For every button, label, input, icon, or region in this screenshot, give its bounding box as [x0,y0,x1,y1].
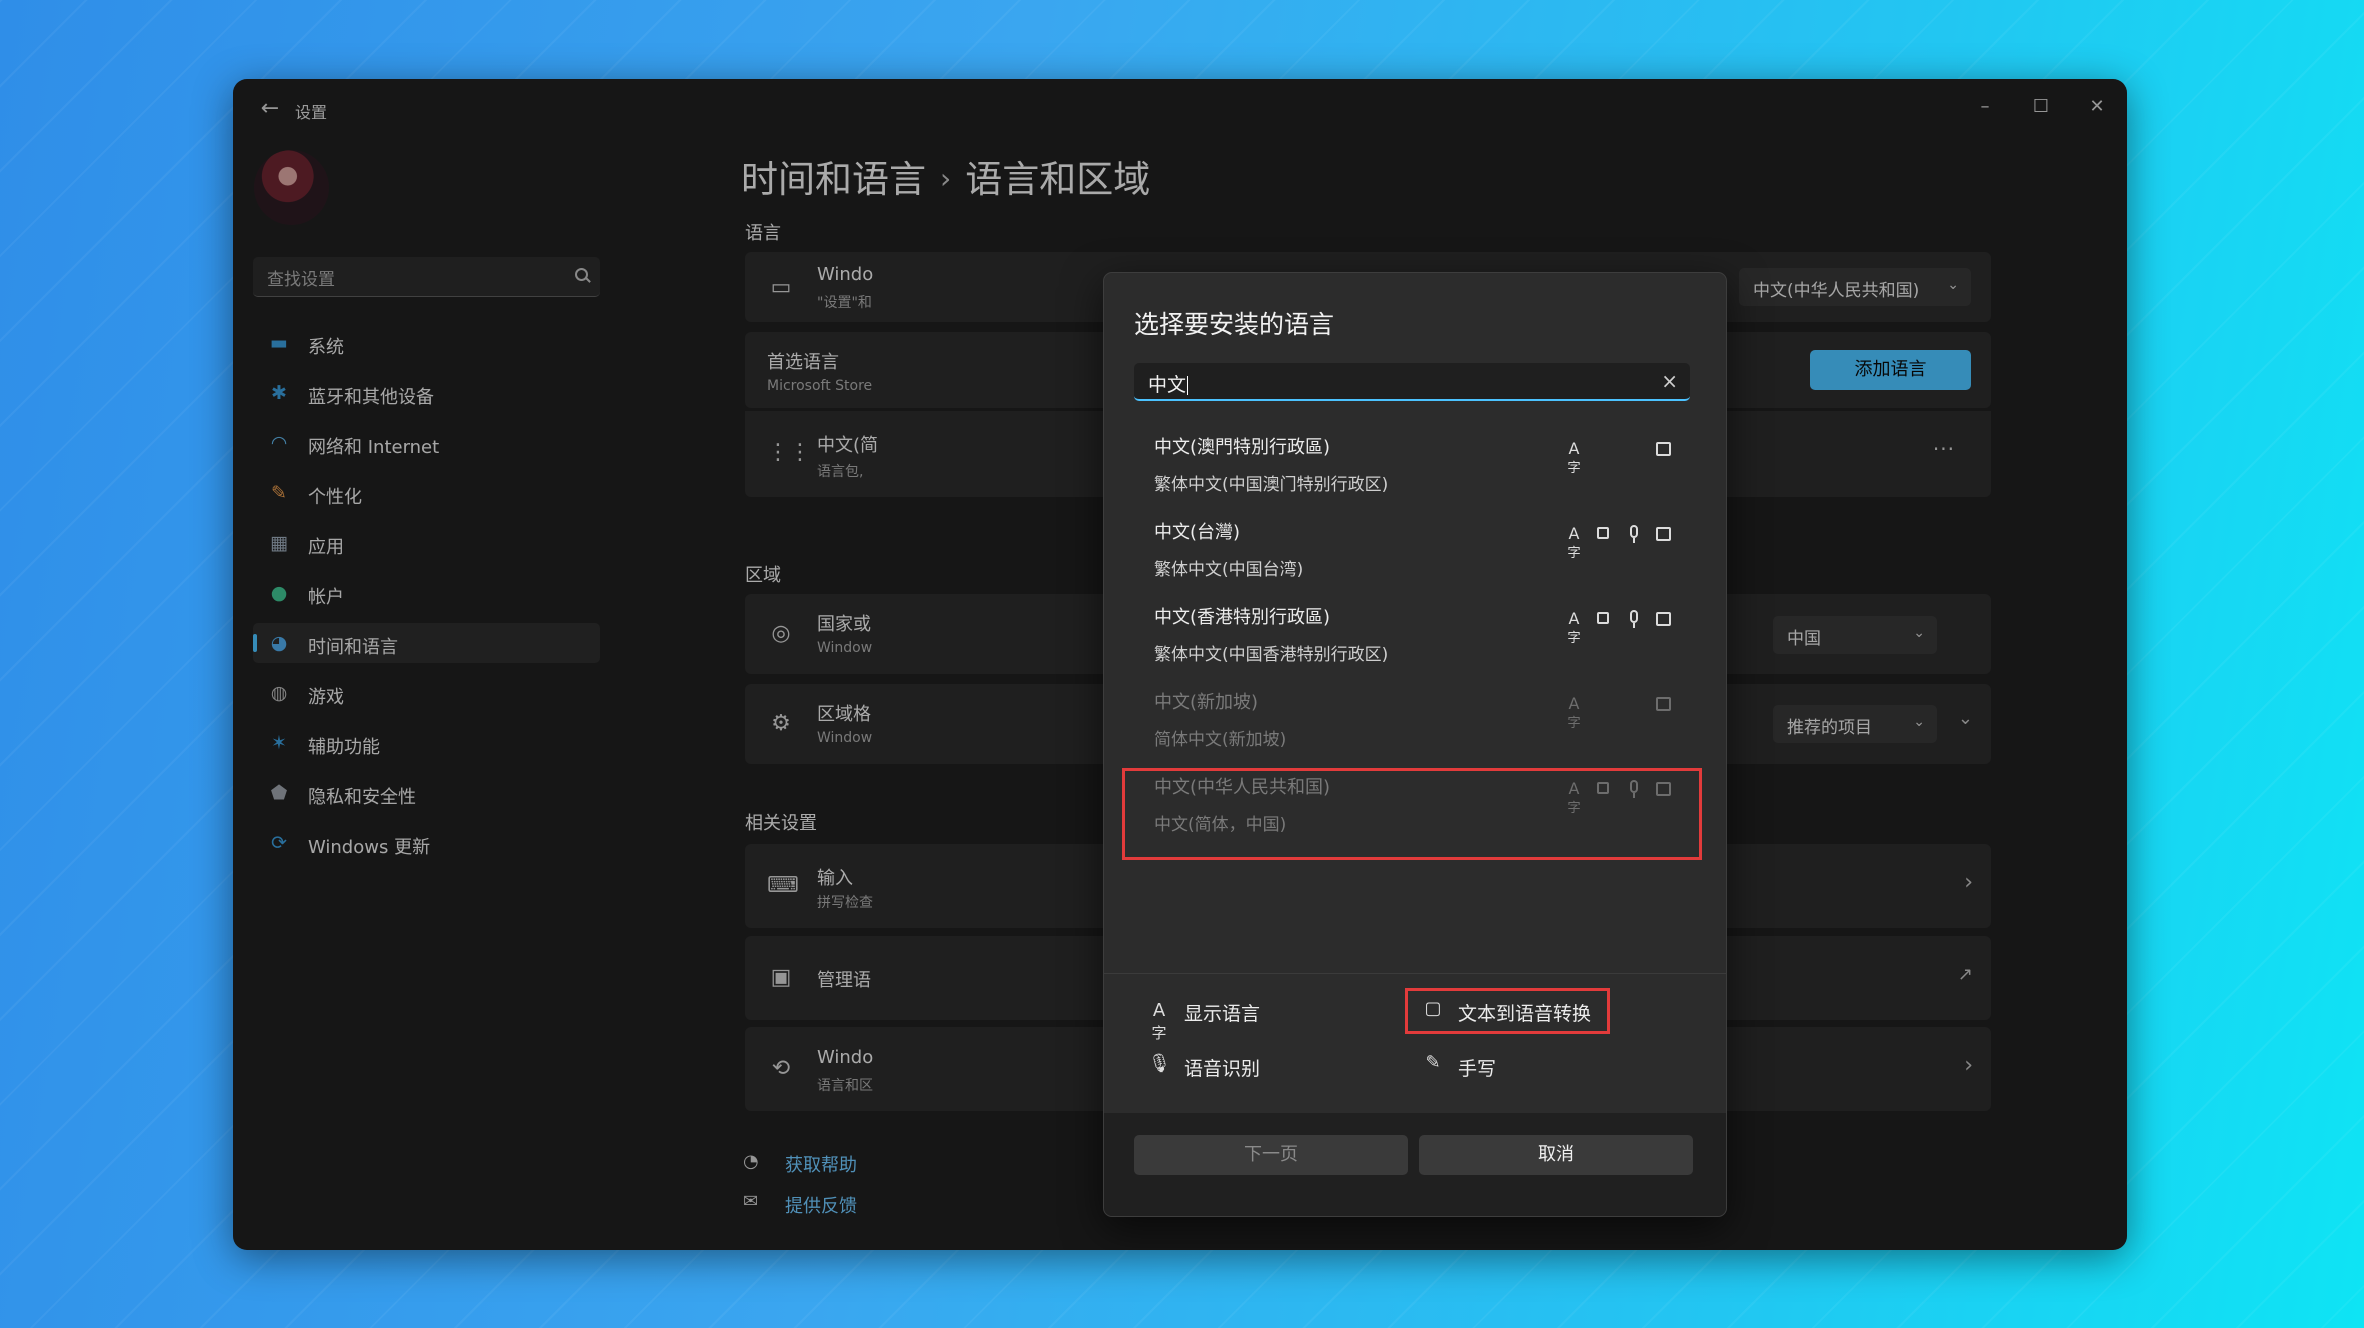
language-name: 中文(新加坡) [1154,692,1259,713]
settings-window: ← 设置 – ☐ ✕ 查找设置 ▬ 系统 ✱ 蓝牙和其他设备 ◠ 网络和 Int… [233,79,2127,1250]
list-item[interactable]: 中文(香港特別行政區) 繁体中文(中国香港特别行政区) A字 [1104,595,1726,680]
display-language-icon: A字 [1567,694,1581,731]
list-item[interactable]: 中文(台灣) 繁体中文(中国台湾) A字 [1104,510,1726,595]
list-item[interactable]: 中文(澳門特別行政區) 繁体中文(中国澳门特别行政区) A字 [1104,425,1726,510]
text-to-speech-icon [1594,524,1614,544]
feature-icons: A字 [1564,609,1704,646]
install-language-dialog: 选择要安装的语言 中文 × 中文(澳門特別行政區) 繁体中文(中国澳门特别行政区… [1103,272,1727,1217]
highlight-box-selected-language [1122,768,1702,860]
legend-display-language: 显示语言 [1184,1003,1261,1025]
feature-icons: A字 [1564,439,1704,476]
text-to-speech-icon [1594,609,1614,629]
display-language-icon: A字 [1567,609,1581,646]
display-language-icon: A字 [1151,1000,1167,1042]
dialog-footer: 下一页 取消 [1104,1113,1726,1216]
divider [1104,973,1726,974]
language-native-name: 繁体中文(中国台湾) [1154,560,1304,580]
cancel-button[interactable]: 取消 [1419,1135,1693,1175]
language-search-input[interactable]: 中文 [1148,370,1189,397]
handwriting-icon [1654,694,1674,714]
language-name: 中文(台灣) [1154,522,1241,543]
display-language-icon: A字 [1567,524,1581,561]
language-native-name: 繁体中文(中国香港特别行政区) [1154,645,1389,665]
feature-icons: A字 [1564,524,1704,561]
display-language-icon: A字 [1567,439,1581,476]
next-button[interactable]: 下一页 [1134,1135,1408,1175]
highlight-box-tts [1405,988,1610,1034]
language-name: 中文(香港特別行政區) [1154,607,1331,628]
language-native-name: 简体中文(新加坡) [1154,730,1287,750]
legend-handwriting: 手写 [1458,1058,1497,1080]
microphone-icon [1624,524,1644,544]
language-search-box[interactable]: 中文 × [1134,363,1690,401]
clear-search-icon[interactable]: × [1661,369,1678,393]
dialog-title: 选择要安装的语言 [1134,310,1335,339]
handwriting-icon [1654,609,1674,629]
microphone-icon [1624,609,1644,629]
handwriting-icon [1654,524,1674,544]
list-item: 中文(新加坡) 简体中文(新加坡) A字 [1104,680,1726,765]
handwriting-icon [1654,439,1674,459]
feature-icons: A字 [1564,694,1704,731]
microphone-icon: 🎙 [1148,1053,1171,1074]
legend-speech-recognition: 语音识别 [1184,1058,1261,1080]
language-name: 中文(澳門特別行政區) [1154,437,1331,458]
language-native-name: 繁体中文(中国澳门特别行政区) [1154,475,1389,495]
handwriting-icon: ✎ [1425,1052,1441,1073]
